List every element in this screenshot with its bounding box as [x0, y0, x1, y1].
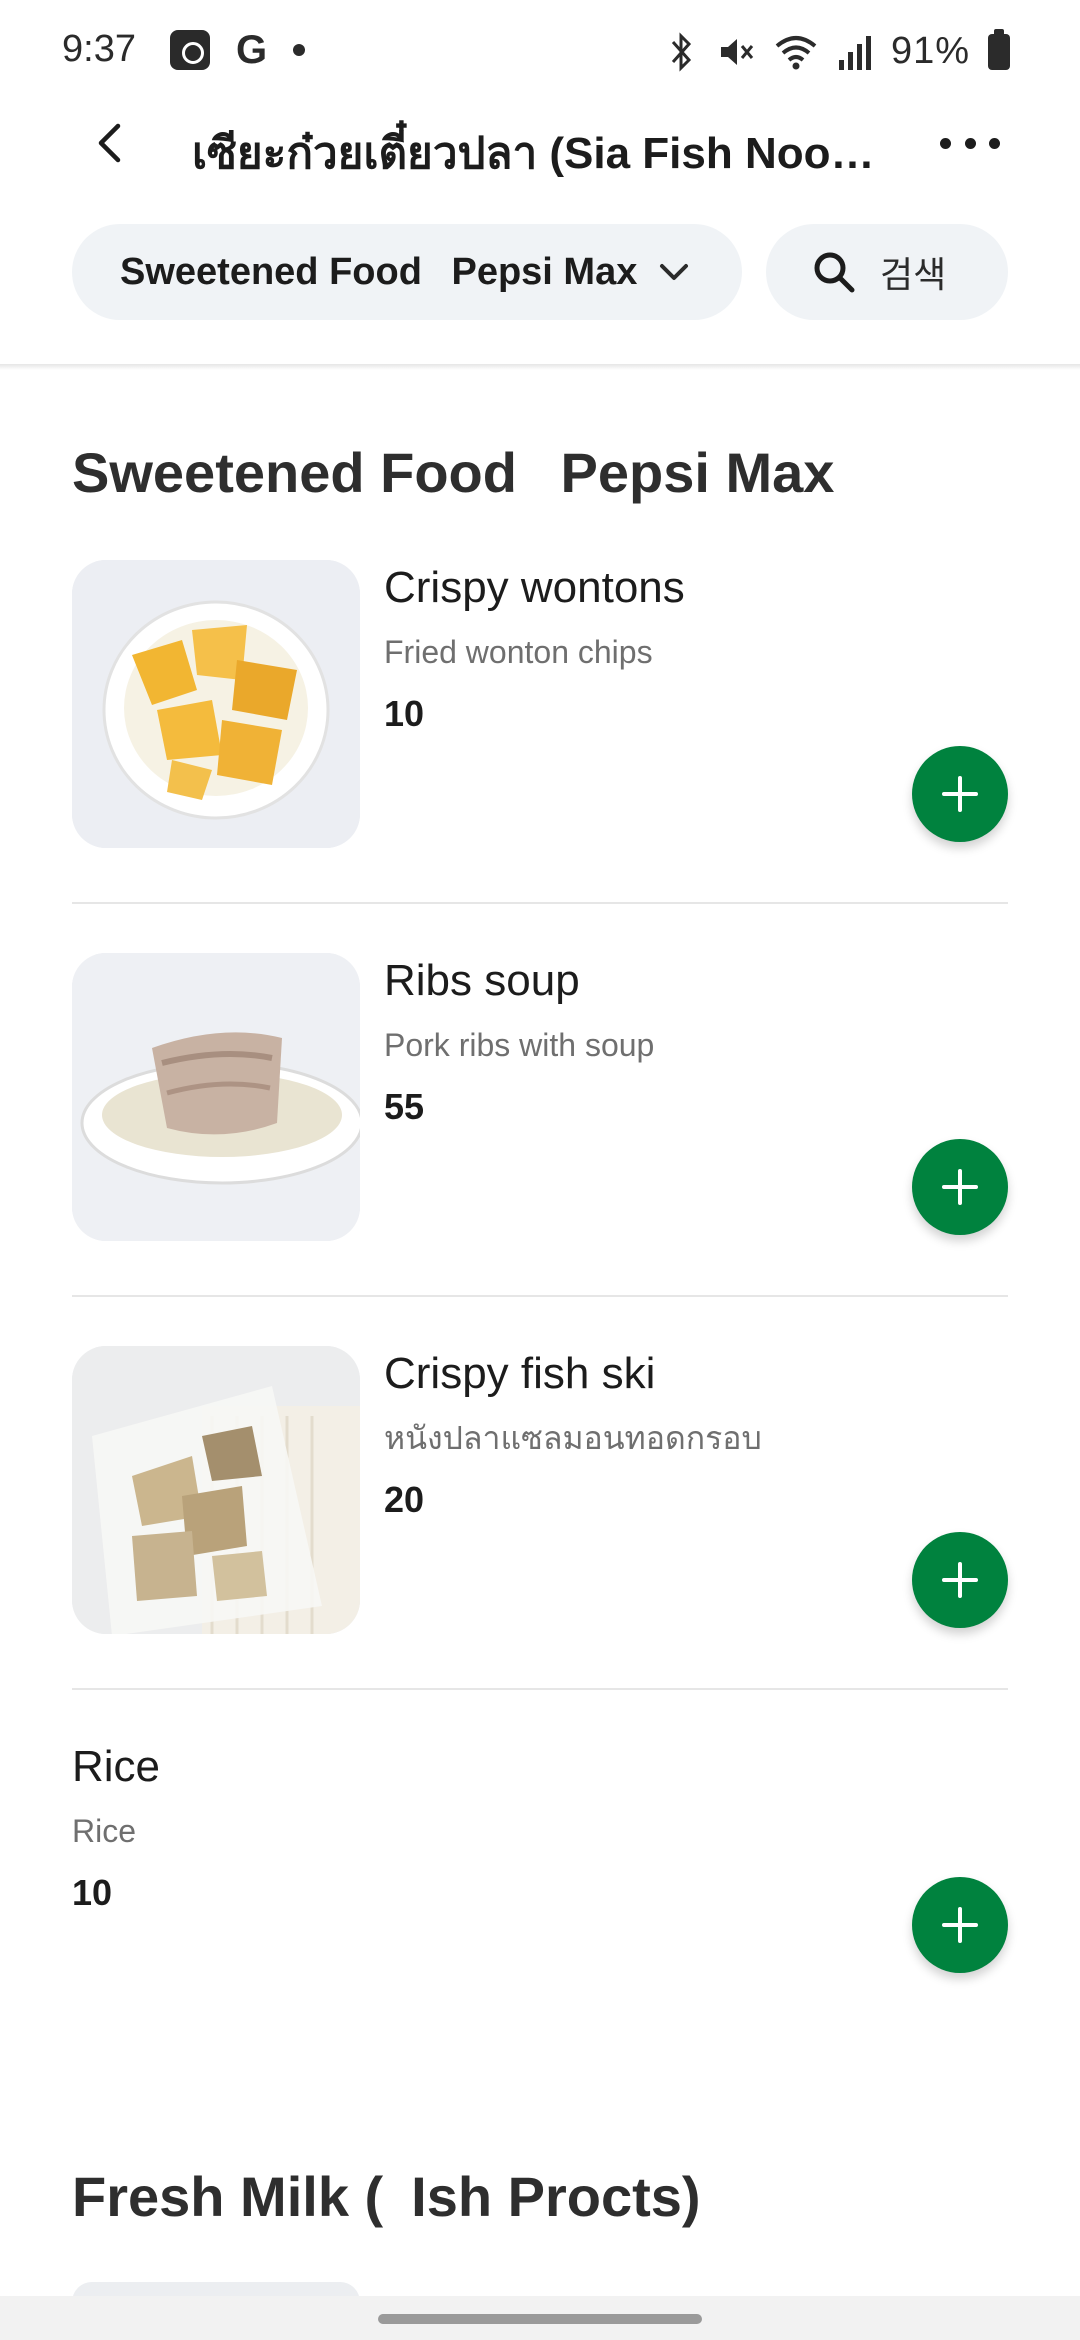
- status-time: 9:37: [62, 28, 136, 70]
- plus-icon: [942, 1562, 978, 1598]
- add-to-cart-button[interactable]: [912, 746, 1008, 842]
- back-button[interactable]: [86, 118, 136, 168]
- category-dropdown-label: Sweetened Food Pepsi Max: [120, 250, 638, 293]
- restaurant-title: เซียะก๋วยเตี๋ยวปลา (Sia Fish Noodle...: [192, 129, 892, 178]
- battery-icon: [988, 28, 1010, 70]
- item-image: [72, 953, 360, 1241]
- menu-screen: 9:37 G 91% เซียะก๋วยเตี๋ยวปลา (Sia Fish …: [0, 0, 1080, 2340]
- item-description: Fried wonton chips: [384, 634, 653, 670]
- item-name: Ribs soup: [384, 956, 580, 1005]
- filter-row: Sweetened Food Pepsi Max 검색: [0, 224, 1080, 324]
- menu-item[interactable]: Crispy fish ski หนังปลาแซลมอนทอดกรอบ 20: [72, 1346, 1008, 1634]
- search-label: 검색: [880, 254, 947, 295]
- item-description: Rice: [72, 1813, 137, 1849]
- item-price: 20: [384, 1479, 425, 1520]
- more-dot: [989, 137, 1000, 149]
- item-divider: [72, 1295, 1008, 1297]
- more-dot: [940, 137, 951, 149]
- item-price: 55: [384, 1086, 425, 1127]
- item-name: Crispy wontons: [384, 563, 685, 612]
- search-icon: [814, 252, 855, 293]
- plus-icon: [942, 776, 978, 812]
- bluetooth-icon: [671, 31, 691, 72]
- item-text: Rice Rice 10: [72, 1739, 160, 1917]
- section-title: Fresh Milk ( Ish Procts): [72, 2165, 701, 2228]
- category-dropdown[interactable]: Sweetened Food Pepsi Max: [72, 224, 742, 320]
- signal-icon: [838, 35, 871, 70]
- home-gesture-handle[interactable]: [378, 2314, 702, 2324]
- g-icon: G: [236, 28, 268, 72]
- search-button[interactable]: 검색: [766, 224, 1008, 320]
- item-text: Crispy fish ski หนังปลาแซลมอนทอดกรอบ 20: [384, 1346, 762, 1524]
- menu-item[interactable]: Rice Rice 10: [72, 1739, 1008, 1979]
- app-header: เซียะก๋วยเตี๋ยวปลา (Sia Fish Noodle...: [0, 100, 1080, 190]
- menu-item[interactable]: Ribs soup Pork ribs with soup 55: [72, 953, 1008, 1241]
- status-bar: 9:37 G 91%: [0, 0, 1080, 110]
- item-text: Ribs soup Pork ribs with soup 55: [384, 953, 654, 1131]
- battery-percent: 91%: [890, 30, 970, 72]
- wifi-icon: [775, 35, 817, 69]
- item-description: หนังปลาแซลมอนทอดกรอบ: [384, 1420, 762, 1456]
- item-name: Crispy fish ski: [384, 1349, 656, 1398]
- item-divider: [72, 902, 1008, 904]
- item-price: 10: [72, 1872, 113, 1913]
- item-price: 10: [384, 693, 425, 734]
- system-nav-bar: [0, 2296, 1080, 2340]
- more-options-button[interactable]: [940, 128, 1000, 158]
- more-dot: [964, 137, 976, 149]
- chevron-down-icon: [660, 264, 688, 280]
- notification-dot-icon: [293, 44, 306, 56]
- item-image: [72, 1346, 360, 1634]
- item-text: Crispy wontons Fried wonton chips 10: [384, 560, 685, 738]
- menu-item[interactable]: Crispy wontons Fried wonton chips 10: [72, 560, 1008, 848]
- mute-icon: [720, 38, 754, 65]
- plus-icon: [942, 1907, 978, 1943]
- status-left-icons: G: [170, 28, 306, 72]
- add-to-cart-button[interactable]: [912, 1877, 1008, 1973]
- add-to-cart-button[interactable]: [912, 1139, 1008, 1235]
- app-badge-icon: [170, 30, 210, 70]
- item-description: Pork ribs with soup: [384, 1027, 655, 1063]
- item-divider: [72, 1688, 1008, 1690]
- item-image: [72, 560, 360, 848]
- plus-icon: [942, 1169, 978, 1205]
- section-title: Sweetened Food Pepsi Max: [72, 441, 835, 504]
- item-name: Rice: [72, 1742, 161, 1791]
- status-right-icons: 91%: [667, 28, 1010, 73]
- header-divider: [0, 364, 1080, 370]
- add-to-cart-button[interactable]: [912, 1532, 1008, 1628]
